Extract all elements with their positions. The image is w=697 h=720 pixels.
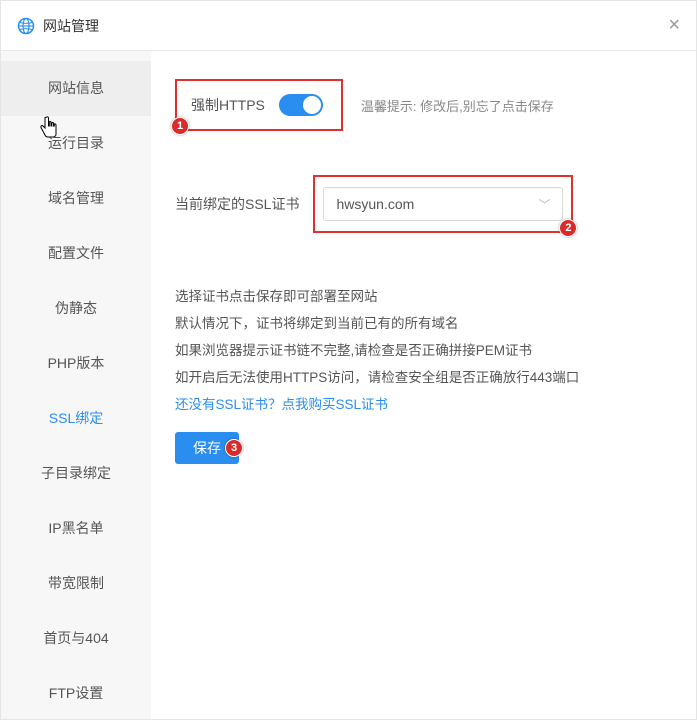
annotation-marker-1: 1 <box>171 117 189 135</box>
sidebar-item-label: 运行目录 <box>48 135 104 151</box>
tip-text: 温馨提示: 修改后,别忘了点击保存 <box>361 96 554 115</box>
dialog-website-management: 网站管理 × 网站信息 运行目录 域名管理 配置文件 伪静态 PHP版本 SSL… <box>0 0 697 720</box>
sidebar-item-label: 域名管理 <box>48 190 104 206</box>
dialog-header: 网站管理 × <box>1 1 696 51</box>
sidebar-item-label: SSL绑定 <box>49 410 103 426</box>
info-block: 选择证书点击保存即可部署至网站 默认情况下，证书将绑定到当前已有的所有域名 如果… <box>175 283 672 418</box>
sidebar-item-label: FTP设置 <box>49 685 103 701</box>
sidebar-item-ftp-settings[interactable]: FTP设置 <box>1 666 151 719</box>
current-ssl-label: 当前绑定的SSL证书 <box>175 194 299 214</box>
sidebar-item-label: 伪静态 <box>55 300 97 316</box>
annotation-marker-3: 3 <box>225 439 243 457</box>
sidebar-item-pseudo-static[interactable]: 伪静态 <box>1 281 151 336</box>
sidebar-item-bandwidth-limit[interactable]: 带宽限制 <box>1 556 151 611</box>
sidebar-item-subdir-bind[interactable]: 子目录绑定 <box>1 446 151 501</box>
select-value: hwsyun.com <box>336 196 414 212</box>
sidebar-item-label: 网站信息 <box>48 80 104 96</box>
save-row: 保存 3 <box>175 432 239 464</box>
highlight-box-1: 强制HTTPS 1 <box>175 79 343 131</box>
sidebar-item-site-info[interactable]: 网站信息 <box>1 61 151 116</box>
sidebar-item-label: 配置文件 <box>48 245 104 261</box>
buy-ssl-link[interactable]: 还没有SSL证书？点我购买SSL证书 <box>175 391 672 418</box>
force-https-toggle[interactable] <box>279 94 323 116</box>
sidebar-item-ip-blacklist[interactable]: IP黑名单 <box>1 501 151 556</box>
info-line: 选择证书点击保存即可部署至网站 <box>175 283 672 310</box>
sidebar-item-label: 子目录绑定 <box>41 465 111 481</box>
sidebar-item-run-dir[interactable]: 运行目录 <box>1 116 151 171</box>
globe-icon <box>17 17 35 35</box>
sidebar-item-label: PHP版本 <box>48 355 105 371</box>
info-line: 默认情况下，证书将绑定到当前已有的所有域名 <box>175 310 672 337</box>
dialog-title: 网站管理 <box>43 16 99 36</box>
row-force-https: 强制HTTPS 1 温馨提示: 修改后,别忘了点击保存 <box>175 79 672 131</box>
row-current-ssl: 当前绑定的SSL证书 hwsyun.com ﹀ 2 <box>175 175 672 233</box>
dialog-body: 网站信息 运行目录 域名管理 配置文件 伪静态 PHP版本 SSL绑定 子目录绑… <box>1 51 696 719</box>
sidebar-item-label: 首页与404 <box>43 630 108 646</box>
sidebar-item-ssl-bind[interactable]: SSL绑定 <box>1 391 151 446</box>
sidebar-item-label: IP黑名单 <box>48 520 103 536</box>
content-panel: 强制HTTPS 1 温馨提示: 修改后,别忘了点击保存 当前绑定的SSL证书 h… <box>151 51 696 719</box>
info-line: 如果浏览器提示证书链不完整,请检查是否正确拼接PEM证书 <box>175 337 672 364</box>
highlight-box-2: hwsyun.com ﹀ 2 <box>313 175 573 233</box>
chevron-down-icon: ﹀ <box>538 196 550 213</box>
close-icon[interactable]: × <box>668 15 680 35</box>
sidebar-item-domain-mgmt[interactable]: 域名管理 <box>1 171 151 226</box>
force-https-label: 强制HTTPS <box>191 95 265 115</box>
sidebar: 网站信息 运行目录 域名管理 配置文件 伪静态 PHP版本 SSL绑定 子目录绑… <box>1 51 151 719</box>
switch-knob <box>303 96 321 114</box>
sidebar-item-label: 带宽限制 <box>48 575 104 591</box>
sidebar-item-index-404[interactable]: 首页与404 <box>1 611 151 666</box>
ssl-cert-select[interactable]: hwsyun.com ﹀ <box>323 187 563 221</box>
info-line: 如开启后无法使用HTTPS访问，请检查安全组是否正确放行443端口 <box>175 364 672 391</box>
annotation-marker-2: 2 <box>559 219 577 237</box>
sidebar-item-php-version[interactable]: PHP版本 <box>1 336 151 391</box>
sidebar-item-config-file[interactable]: 配置文件 <box>1 226 151 281</box>
